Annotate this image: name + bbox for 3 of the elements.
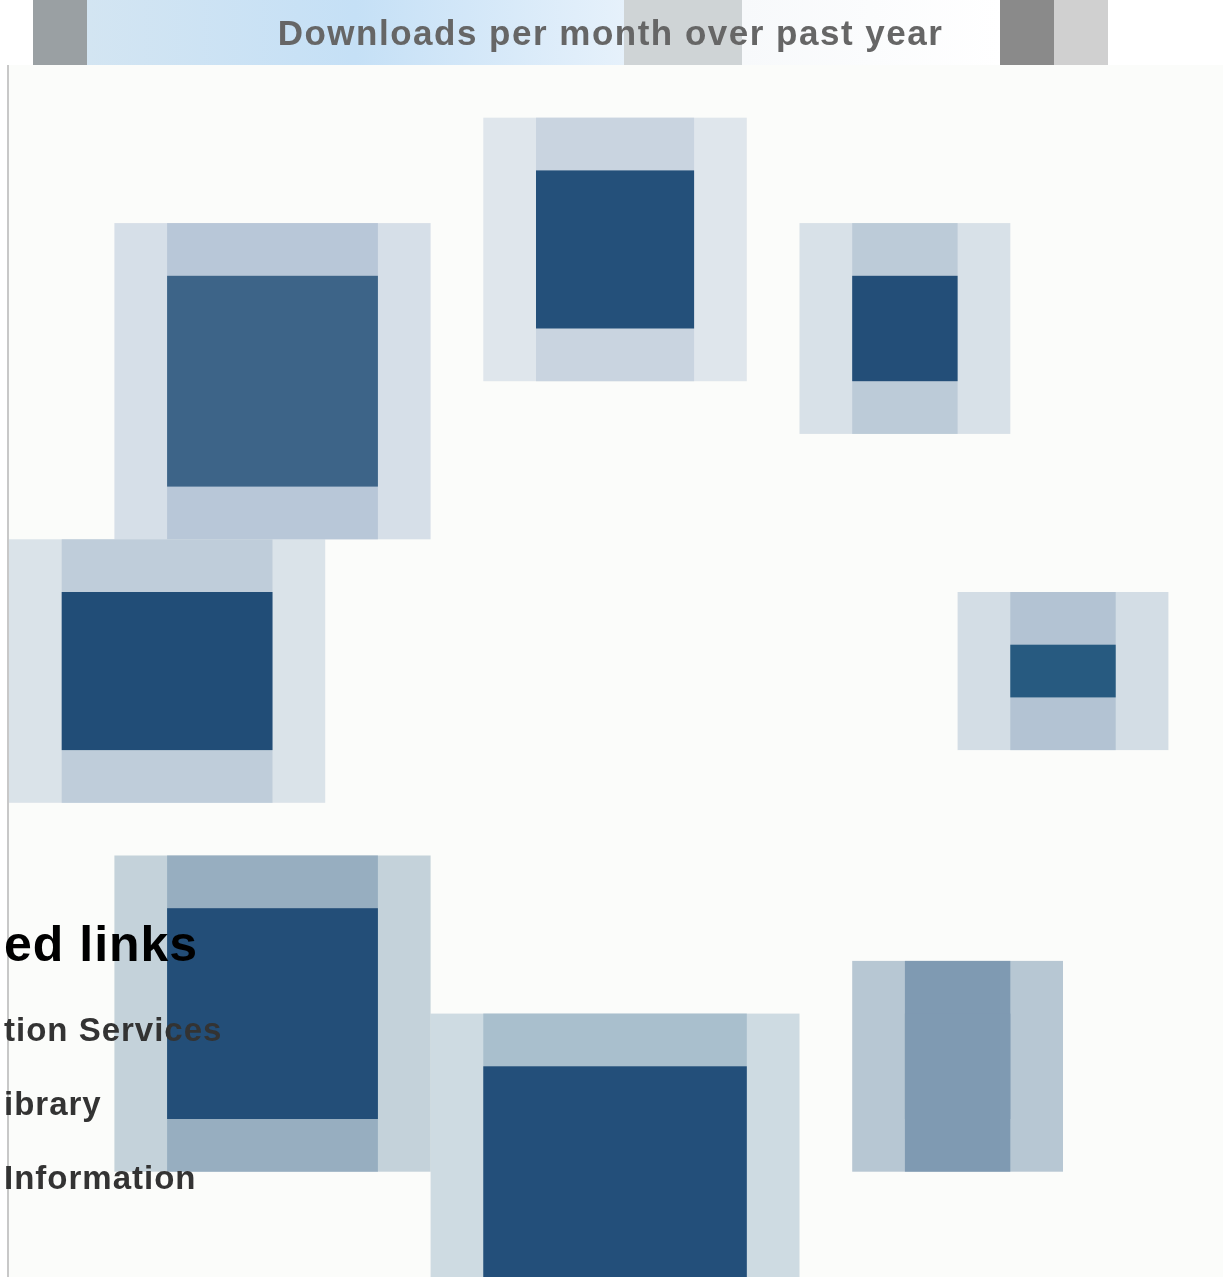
related-link[interactable]: Information: [4, 1141, 223, 1215]
related-link[interactable]: ibrary: [4, 1067, 223, 1141]
chart-title: Downloads per month over past year: [277, 12, 944, 53]
